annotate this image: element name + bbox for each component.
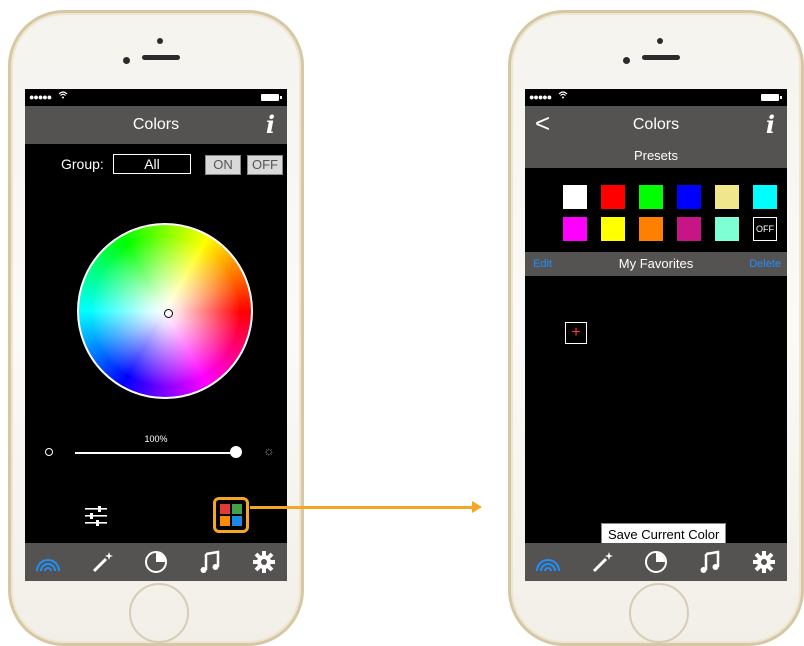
palette-swatch-orange: [220, 516, 230, 526]
battery-icon: [761, 94, 782, 101]
wifi-icon: [58, 91, 68, 99]
tab-music[interactable]: [197, 549, 223, 575]
signal-icon: ●●●●●: [29, 92, 52, 102]
preset-swatch[interactable]: [715, 217, 739, 241]
tab-bar: [25, 543, 287, 581]
left-phone: ●●●●● Colors i Group: All ON OFF 100% ☼: [8, 10, 304, 646]
group-selector[interactable]: All: [113, 154, 191, 174]
tab-colors[interactable]: [35, 549, 61, 575]
favorites-header: Edit My Favorites Delete: [525, 252, 787, 276]
tab-bar: [525, 543, 787, 581]
preset-swatch[interactable]: [639, 217, 663, 241]
brightness-low-icon: [45, 448, 53, 456]
presets-palette-button[interactable]: [213, 497, 249, 533]
preset-swatch[interactable]: [601, 185, 625, 209]
preset-swatch[interactable]: [753, 185, 777, 209]
palette-swatch-blue: [232, 516, 242, 526]
edit-favorites-button[interactable]: Edit: [533, 252, 552, 276]
signal-icon: ●●●●●: [529, 92, 552, 102]
highlight-arrow-line: [250, 506, 474, 509]
presets-title: Presets: [633, 148, 679, 163]
tab-settings[interactable]: [251, 549, 277, 575]
home-button[interactable]: [129, 583, 189, 643]
rainbow-icon: [536, 559, 560, 572]
right-phone: ●●●●● < Colors i Presets OFF Edit My Fav…: [508, 10, 804, 646]
gear-icon: [753, 551, 775, 573]
tab-timer[interactable]: [143, 549, 169, 575]
preset-swatch[interactable]: [563, 185, 587, 209]
music-note-icon: [700, 550, 720, 573]
wifi-icon: [558, 91, 568, 99]
tab-effects[interactable]: [90, 549, 116, 575]
info-button[interactable]: i: [266, 110, 275, 139]
add-favorite-button[interactable]: +: [565, 322, 587, 344]
sensor-dot: [657, 38, 663, 44]
speaker-grill: [642, 55, 680, 60]
group-row: Group: All ON OFF: [25, 144, 287, 182]
preset-swatches: OFF: [525, 168, 787, 252]
info-button[interactable]: i: [766, 110, 775, 139]
magic-wand-icon: [92, 552, 113, 573]
timer-icon: [645, 551, 667, 573]
brightness-high-icon: ☼: [263, 443, 275, 458]
tab-music[interactable]: [697, 549, 723, 575]
nav-bar: < Colors i: [525, 106, 787, 144]
right-screen: ●●●●● < Colors i Presets OFF Edit My Fav…: [525, 89, 787, 581]
preset-swatch[interactable]: [563, 217, 587, 241]
preset-swatch[interactable]: [677, 217, 701, 241]
magic-wand-icon: [592, 552, 613, 573]
preset-off-button[interactable]: OFF: [753, 217, 777, 241]
battery-icon: [261, 94, 282, 101]
tab-timer[interactable]: [643, 549, 669, 575]
preset-swatch[interactable]: [639, 185, 663, 209]
palette-swatch-green: [232, 504, 242, 514]
nav-bar: Colors i: [25, 106, 287, 144]
palette-swatch-red: [220, 504, 230, 514]
page-title: Colors: [632, 116, 680, 133]
status-bar: ●●●●●: [525, 89, 787, 106]
preset-swatch[interactable]: [677, 185, 701, 209]
delete-favorites-button[interactable]: Delete: [749, 252, 781, 276]
brightness-slider[interactable]: [75, 452, 237, 454]
color-wheel[interactable]: [77, 223, 253, 399]
timer-icon: [145, 551, 167, 573]
group-label: Group:: [61, 156, 104, 172]
brightness-percent: 100%: [144, 434, 168, 444]
rainbow-icon: [36, 559, 60, 572]
back-button[interactable]: <: [535, 110, 550, 136]
front-camera: [123, 57, 130, 64]
tab-colors[interactable]: [535, 549, 561, 575]
brightness-slider-thumb[interactable]: [230, 446, 242, 458]
page-title: Colors: [132, 116, 180, 133]
preset-swatch[interactable]: [715, 185, 739, 209]
on-button[interactable]: ON: [205, 155, 241, 175]
sensor-dot: [157, 38, 163, 44]
front-camera: [623, 57, 630, 64]
off-button[interactable]: OFF: [247, 155, 283, 175]
tab-settings[interactable]: [751, 549, 777, 575]
gear-icon: [253, 551, 275, 573]
presets-header: Presets: [525, 144, 787, 168]
status-bar: ●●●●●: [25, 89, 287, 106]
adjustments-icon[interactable]: [83, 505, 109, 527]
speaker-grill: [142, 55, 180, 60]
favorites-title: My Favorites: [618, 256, 694, 271]
home-button[interactable]: [629, 583, 689, 643]
music-note-icon: [200, 550, 220, 573]
color-picker-marker[interactable]: [164, 309, 173, 318]
left-screen: ●●●●● Colors i Group: All ON OFF 100% ☼: [25, 89, 287, 581]
tab-effects[interactable]: [590, 549, 616, 575]
highlight-arrow-head: [472, 501, 482, 513]
preset-swatch[interactable]: [601, 217, 625, 241]
